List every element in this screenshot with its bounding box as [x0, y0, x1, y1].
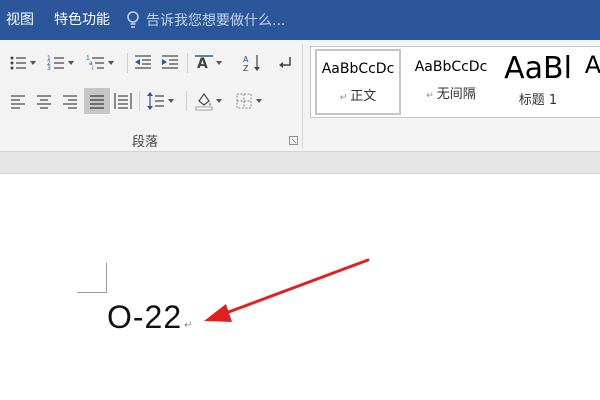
annotation-arrow-icon: [204, 258, 370, 322]
